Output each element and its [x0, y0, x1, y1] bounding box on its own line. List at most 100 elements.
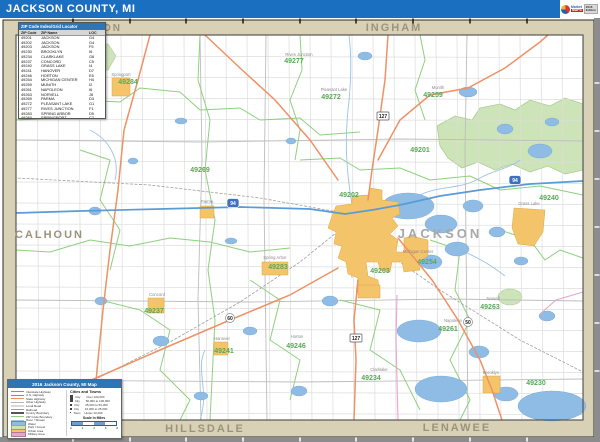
- zip-index-header: ZIP Code Index/Grid Locator: [19, 23, 105, 30]
- zip-code-label: 49237: [144, 308, 164, 315]
- logo-brand-bottom: MAPS: [571, 9, 583, 12]
- shield-number: 127: [352, 336, 361, 342]
- town-label: Napoleon: [444, 318, 463, 323]
- scale-tick: 6: [105, 426, 107, 430]
- logo-badge-line2: Edition: [586, 9, 596, 12]
- zip-code-label: 49263: [480, 304, 500, 311]
- legend-line-symbol: [11, 409, 24, 410]
- legend-header: 2016 Jackson County, MI Map: [8, 380, 121, 388]
- zip-code: 49284: [21, 116, 41, 118]
- logo-swirl-icon: [561, 5, 570, 14]
- grid-loc: C2: [89, 116, 101, 118]
- neighbor-county-label: CALHOUN: [15, 229, 84, 241]
- legend-body: Interstate HighwayU.S. HighwayState High…: [8, 388, 121, 438]
- scale-tick: 2: [82, 426, 84, 430]
- town-label: Spring Arbor: [263, 255, 287, 260]
- population-range: Under 10,000: [84, 411, 102, 415]
- neighbor-county-label: INGHAM: [366, 22, 423, 34]
- shield-number: 94: [230, 201, 236, 207]
- shield-number: 94: [512, 178, 518, 184]
- zip-code-label: 49203: [370, 268, 390, 275]
- neighbor-county-label: LENAWEE: [423, 422, 491, 434]
- shield-number: 127: [379, 114, 388, 120]
- zip-code-label: 49259: [423, 92, 443, 99]
- legend-line-symbol: [11, 391, 24, 392]
- scale-tick-labels: 0 2 4 6 8: [70, 426, 118, 430]
- town-label: Springport: [111, 72, 131, 77]
- col-header: ZIP Name: [41, 31, 89, 35]
- lake-crossing-boundary: [518, 391, 586, 421]
- scale-tick: 8: [116, 426, 118, 430]
- town-label: Grass Lake: [518, 201, 540, 206]
- city-size-marker: [70, 399, 73, 402]
- scale-block: Scale in Miles 0 2 4 6 8: [70, 416, 118, 429]
- legend-area-swatch: [11, 432, 26, 437]
- shield-number: 60: [227, 316, 233, 322]
- town-label: Rives Junction: [285, 52, 313, 57]
- title-bar: JACKSON COUNTY, MI: [0, 0, 600, 18]
- zip-code-label: 49283: [268, 264, 288, 271]
- town-label: Norvell: [486, 296, 499, 301]
- legend-line-symbol: [11, 412, 24, 413]
- town-label: Horton: [291, 334, 304, 339]
- city-population-rows: CityOver 100,000City50,000 to 100,000Cit…: [70, 395, 118, 414]
- zip-code-label: 49230: [526, 380, 546, 387]
- town-label: Hanover: [214, 336, 230, 341]
- zip-code-label: 49201: [410, 147, 430, 154]
- map-legend-box: 2016 Jackson County, MI Map Interstate H…: [7, 379, 122, 439]
- city-size-marker: [70, 412, 71, 413]
- legend-line-symbol: [11, 398, 24, 399]
- city-size-marker: [70, 408, 72, 410]
- county-seat-label: JACKSON: [398, 226, 483, 241]
- city-size-marker: [70, 404, 72, 406]
- zip-code-label: 49240: [539, 195, 559, 202]
- town-label: Pleasant Lake: [321, 87, 348, 92]
- zip-code-label: 49277: [284, 58, 304, 65]
- zip-code-label: 49234: [361, 375, 381, 382]
- legend-symbol-list: Interstate HighwayU.S. HighwayState High…: [11, 390, 63, 436]
- scale-title: Scale in Miles: [70, 416, 118, 420]
- legend-line-symbol: [11, 416, 24, 417]
- right-edge-strip: [594, 18, 600, 442]
- zip-index-rows: 49201JACKSONG449202JACKSONG449203JACKSON…: [19, 36, 105, 118]
- city-population-row: TownUnder 10,000: [70, 411, 118, 415]
- town-label: Munith: [432, 85, 445, 90]
- zip-code-label: 49254: [417, 259, 437, 266]
- legend-line-symbol: [11, 395, 24, 396]
- map-title: JACKSON COUNTY, MI: [0, 3, 135, 15]
- town-label: Clarklake: [370, 367, 388, 372]
- col-header: LOC: [89, 31, 101, 35]
- logo-badge: 2016 Edition: [584, 4, 598, 14]
- zip-code-label: 49246: [286, 343, 306, 350]
- neighbor-county-label: HILLSDALE: [165, 423, 245, 435]
- logo-brand: Market MAPS: [571, 6, 583, 13]
- zip-index-row: 49284SPRINGPORTC2: [21, 116, 103, 118]
- town-label: Brooklyn: [483, 370, 500, 375]
- city-size-marker: [70, 395, 73, 398]
- legend-line-symbol: [11, 405, 24, 406]
- zip-index-box: ZIP Code Index/Grid Locator ZIP CodeZIP …: [18, 22, 106, 119]
- zip-code-label: 49284: [118, 79, 138, 86]
- cities-and-towns-header: Cities and Towns: [70, 390, 118, 394]
- city-type: Town: [73, 411, 82, 415]
- town-label: Parma: [201, 199, 214, 204]
- zip-code-label: 49241: [214, 348, 234, 355]
- scale-tick: 4: [93, 426, 95, 430]
- legend-area-item: Military Area: [11, 433, 63, 437]
- town-label: Michigan Center: [403, 249, 434, 254]
- scale-tick: 0: [70, 426, 72, 430]
- legend-cities-column: Cities and Towns CityOver 100,000City50,…: [66, 390, 118, 436]
- zip-code-label: 49269: [190, 167, 210, 174]
- zip-code-label: 49272: [321, 94, 341, 101]
- shield-number: 50: [465, 320, 471, 326]
- legend-line-symbol: [11, 402, 24, 403]
- publisher-logo: Market MAPS 2016 Edition: [560, 0, 600, 18]
- zip-code-label: 49261: [438, 326, 458, 333]
- zip-code-label: 49202: [339, 192, 359, 199]
- urban-vandercook-lake: [358, 285, 380, 298]
- col-header: ZIP Code: [21, 31, 41, 35]
- county-seat-name: JACKSON: [398, 226, 483, 241]
- legend-area-label: Military Area: [28, 432, 45, 436]
- zip-name: SPRINGPORT: [41, 116, 89, 118]
- town-label: Concord: [149, 292, 165, 297]
